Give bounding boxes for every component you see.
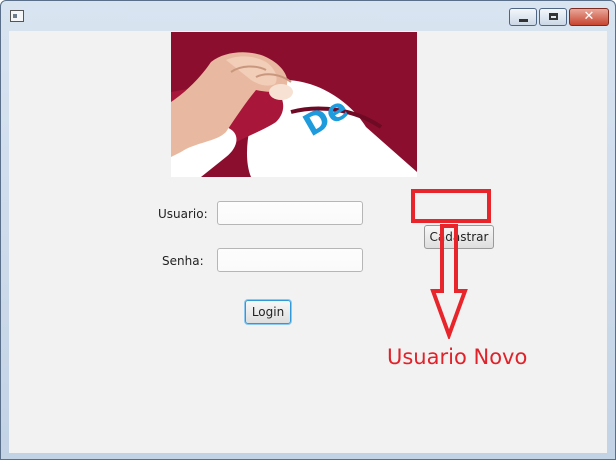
annotation-highlight-box — [411, 189, 491, 223]
password-label: Senha: — [162, 254, 204, 268]
minimize-button[interactable] — [509, 8, 537, 26]
maximize-icon — [549, 13, 558, 20]
application-window: ✕ De Usuario: Senha: Login Cadastrar Usu… — [0, 0, 616, 460]
username-label: Usuario: — [158, 207, 208, 221]
annotation-arrow-icon — [430, 224, 468, 339]
app-icon — [10, 10, 24, 22]
maximize-button[interactable] — [539, 8, 567, 26]
banner-photo: De — [171, 32, 417, 177]
username-field[interactable] — [217, 201, 363, 225]
login-panel: De Usuario: Senha: Login Cadastrar — [9, 31, 607, 453]
annotation-label: Usuario Novo — [387, 345, 528, 369]
password-field[interactable] — [217, 248, 363, 272]
minimize-icon — [519, 19, 528, 22]
close-button[interactable]: ✕ — [569, 8, 609, 26]
title-bar[interactable]: ✕ — [1, 1, 615, 31]
banner-image: De — [171, 32, 417, 177]
close-icon: ✕ — [583, 9, 595, 24]
login-button[interactable]: Login — [245, 300, 291, 324]
